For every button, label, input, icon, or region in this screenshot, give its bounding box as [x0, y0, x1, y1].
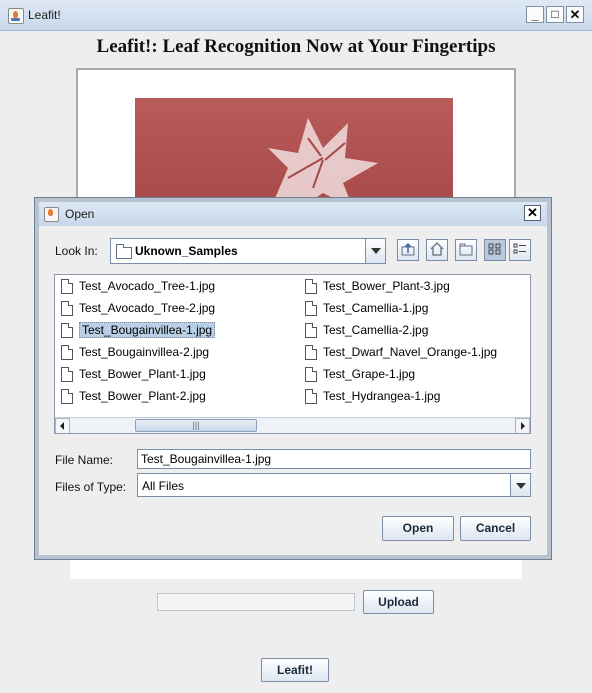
close-window-button[interactable]: ✕	[566, 6, 584, 23]
leaf-photo	[268, 118, 378, 198]
dialog-body: Look In: Uknown_Samples Test_Avocado_Tre…	[39, 226, 547, 555]
java-app-icon	[8, 8, 24, 24]
file-list-item[interactable]: Test_Camellia-1.jpg	[301, 298, 428, 318]
file-name-text: Test_Bougainvillea-2.jpg	[79, 345, 210, 359]
file-icon	[61, 323, 73, 338]
file-name-label: File Name:	[55, 453, 114, 467]
files-of-type-value: All Files	[142, 479, 185, 493]
file-name-text: Test_Bower_Plant-2.jpg	[79, 389, 206, 403]
files-of-type-label: Files of Type:	[55, 480, 127, 494]
file-icon	[305, 389, 317, 404]
file-list-item[interactable]: Test_Grape-1.jpg	[301, 364, 415, 384]
file-path-field[interactable]	[157, 593, 355, 611]
java-app-icon	[44, 207, 59, 222]
file-list-item[interactable]: Test_Bower_Plant-2.jpg	[57, 386, 206, 406]
look-in-label: Look In:	[55, 244, 98, 258]
file-name-text: Test_Dwarf_Navel_Orange-1.jpg	[323, 345, 498, 359]
cancel-button[interactable]: Cancel	[460, 516, 531, 541]
window-titlebar: Leafit! _ □ ✕	[0, 0, 592, 31]
files-of-type-combo[interactable]: All Files	[137, 473, 531, 497]
window-title: Leafit!	[28, 8, 61, 22]
list-view-icon[interactable]	[484, 239, 506, 261]
details-view-icon[interactable]	[509, 239, 531, 261]
file-name-text: Test_Bougainvillea-1.jpg	[79, 322, 216, 338]
file-icon	[305, 367, 317, 382]
look-in-dropdown-arrow[interactable]	[365, 239, 385, 263]
open-button[interactable]: Open	[382, 516, 454, 541]
horizontal-scrollbar[interactable]: |||	[55, 417, 530, 433]
upload-button[interactable]: Upload	[363, 590, 434, 614]
scrollbar-thumb[interactable]: |||	[135, 419, 257, 432]
leaf-image-preview	[135, 98, 453, 198]
file-list-item[interactable]: Test_Hydrangea-1.jpg	[301, 386, 440, 406]
files-of-type-dropdown-arrow[interactable]	[510, 474, 530, 496]
scroll-right-arrow-icon[interactable]	[515, 418, 530, 433]
file-icon	[61, 301, 73, 316]
folder-icon	[116, 244, 132, 259]
file-list-item[interactable]: Test_Bougainvillea-1.jpg	[57, 320, 216, 340]
file-name-text: Test_Camellia-2.jpg	[323, 323, 429, 337]
home-icon[interactable]	[426, 239, 448, 261]
look-in-combo[interactable]: Uknown_Samples	[110, 238, 386, 264]
look-in-value: Uknown_Samples	[135, 244, 238, 258]
file-name-text: Test_Bower_Plant-1.jpg	[79, 367, 206, 381]
file-icon	[305, 323, 317, 338]
maximize-button[interactable]: □	[546, 6, 564, 23]
new-folder-icon[interactable]	[455, 239, 477, 261]
file-icon	[61, 279, 73, 294]
open-file-dialog: Open ✕ Look In: Uknown_Samples Test_Avoc…	[34, 197, 552, 560]
dialog-title: Open	[65, 207, 95, 221]
file-name-text: Test_Grape-1.jpg	[323, 367, 416, 381]
scroll-left-arrow-icon[interactable]	[55, 418, 70, 433]
file-list-item[interactable]: Test_Avocado_Tree-2.jpg	[57, 298, 215, 318]
file-name-text: Test_Hydrangea-1.jpg	[323, 389, 441, 403]
dialog-titlebar: Open ✕	[39, 202, 547, 226]
file-list-item[interactable]: Test_Bower_Plant-1.jpg	[57, 364, 206, 384]
file-icon	[305, 301, 317, 316]
file-list-item[interactable]: Test_Bougainvillea-2.jpg	[57, 342, 209, 362]
leafit-button[interactable]: Leafit!	[261, 658, 329, 682]
up-one-level-icon[interactable]	[397, 239, 419, 261]
file-list-item[interactable]: Test_Camellia-2.jpg	[301, 320, 428, 340]
file-list[interactable]: Test_Avocado_Tree-1.jpg Test_Avocado_Tree…	[54, 274, 531, 434]
file-name-text: Test_Camellia-1.jpg	[323, 301, 429, 315]
file-name-text: Test_Bower_Plant-3.jpg	[323, 279, 450, 293]
file-icon	[305, 345, 317, 360]
app-heading: Leafit!: Leaf Recognition Now at Your Fi…	[96, 36, 496, 57]
file-icon	[61, 367, 73, 382]
file-icon	[305, 279, 317, 294]
file-name-text: Test_Avocado_Tree-1.jpg	[79, 279, 216, 293]
dialog-close-button[interactable]: ✕	[524, 205, 541, 221]
file-name-input[interactable]: Test_Bougainvillea-1.jpg	[137, 449, 531, 469]
file-list-item[interactable]: Test_Avocado_Tree-1.jpg	[57, 276, 215, 296]
file-name-text: Test_Avocado_Tree-2.jpg	[79, 301, 216, 315]
minimize-button[interactable]: _	[526, 6, 544, 23]
file-list-item[interactable]: Test_Bower_Plant-3.jpg	[301, 276, 450, 296]
file-icon	[61, 389, 73, 404]
file-icon	[61, 345, 73, 360]
file-list-item[interactable]: Test_Dwarf_Navel_Orange-1.jpg	[301, 342, 497, 362]
